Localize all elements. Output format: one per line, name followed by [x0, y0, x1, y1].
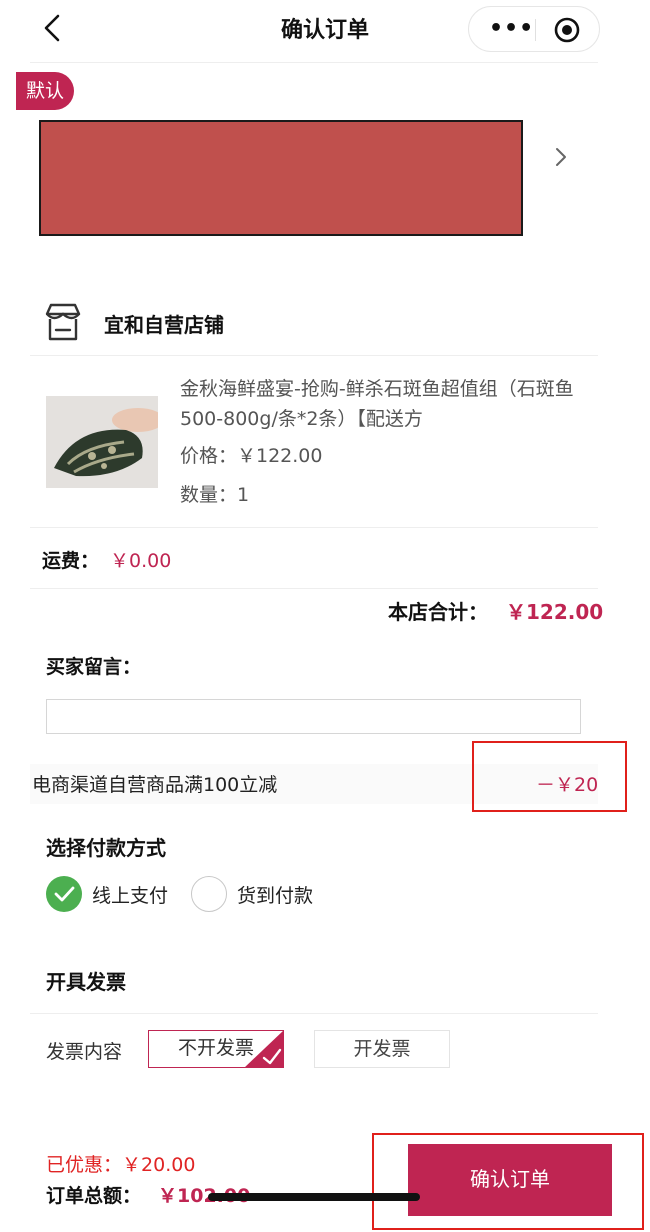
home-indicator[interactable]: [208, 1193, 420, 1201]
capsule-divider: [535, 19, 536, 41]
shop-divider: [30, 355, 598, 356]
more-dots-icon[interactable]: •••: [489, 18, 534, 40]
product-price: 价格：￥122.00: [180, 445, 323, 467]
chevron-right-icon[interactable]: [548, 144, 574, 170]
cash-on-delivery-radio[interactable]: [191, 876, 227, 912]
product-thumbnail[interactable]: [46, 396, 158, 488]
no-invoice-option[interactable]: 不开发票: [148, 1030, 284, 1068]
annotation-box-discount: [472, 741, 627, 812]
fish-image: [46, 396, 158, 488]
product-divider: [30, 527, 598, 528]
shop-subtotal-value: ￥122.00: [506, 600, 604, 624]
shipping-label: 运费：: [42, 550, 100, 572]
saved-label: 已优惠：: [46, 1154, 123, 1176]
invoice-content-label: 发票内容: [46, 1041, 123, 1063]
shipping-divider: [30, 588, 598, 589]
shop-subtotal-label: 本店合计：: [388, 600, 488, 624]
order-total-label: 订单总额：: [46, 1185, 142, 1207]
cash-on-delivery-label[interactable]: 货到付款: [237, 881, 313, 908]
saved-value: ￥20.00: [122, 1154, 196, 1176]
payment-method-title: 选择付款方式: [46, 836, 166, 860]
buyer-message-input[interactable]: [46, 699, 581, 734]
store-icon: [45, 303, 81, 341]
invoice-divider: [30, 1013, 598, 1014]
header-divider: [30, 62, 598, 63]
no-invoice-label: 不开发票: [177, 1037, 254, 1059]
check-icon: [54, 886, 75, 902]
buyer-message-label: 买家留言：: [46, 656, 142, 678]
annotation-box-confirm: [372, 1133, 644, 1230]
target-icon[interactable]: [553, 16, 581, 44]
selected-corner-check-icon: [245, 1031, 283, 1067]
product-title[interactable]: 金秋海鲜盛宴-抢购-鲜杀石斑鱼超值组（石斑鱼500-800g/条*2条）【配送方: [180, 374, 580, 434]
address-redaction[interactable]: [39, 120, 523, 236]
shop-name: 宜和自营店铺: [104, 313, 224, 337]
mini-program-capsule: •••: [468, 6, 600, 52]
shipping-value: ￥0.00: [110, 550, 172, 572]
invoice-title: 开具发票: [46, 970, 126, 994]
discount-label: 电商渠道自营商品满100立减: [32, 774, 278, 796]
product-quantity: 数量：1: [180, 484, 250, 506]
invoice-option[interactable]: 开发票: [314, 1030, 450, 1068]
online-payment-label[interactable]: 线上支付: [92, 881, 168, 908]
saved-amount: 已优惠：￥20.00: [46, 1150, 195, 1177]
default-address-badge: 默认: [16, 72, 74, 110]
online-payment-radio[interactable]: [46, 876, 82, 912]
